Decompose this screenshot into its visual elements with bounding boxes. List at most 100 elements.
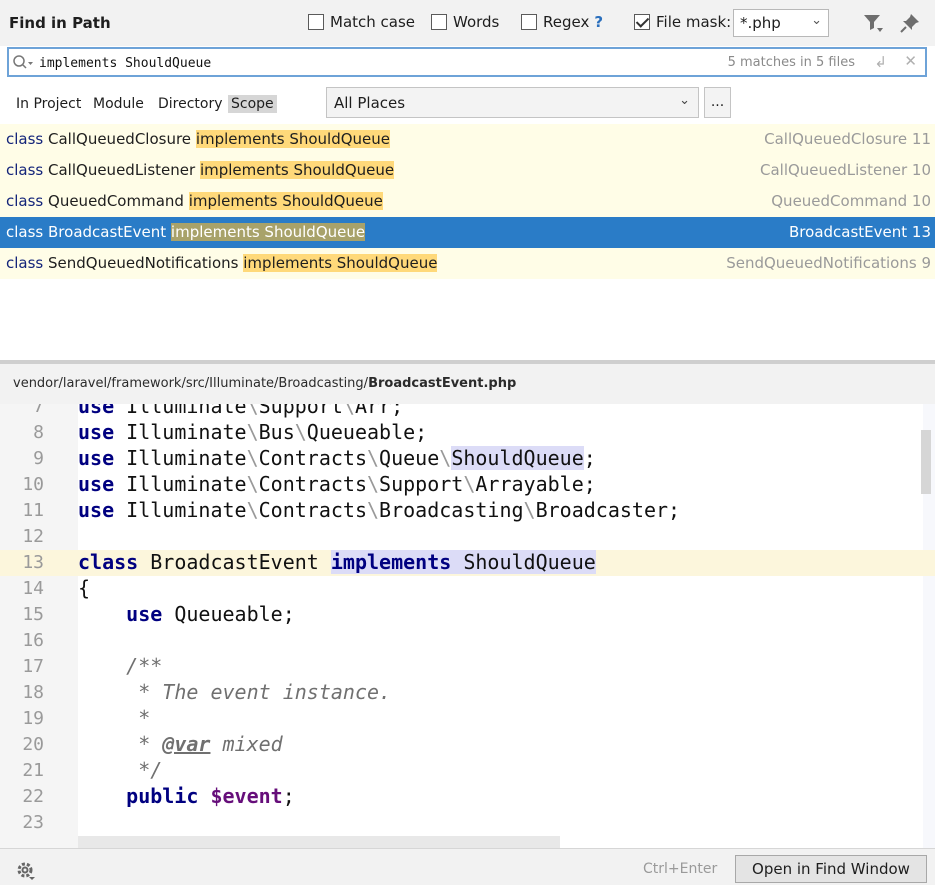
words-option[interactable]: Words	[431, 13, 499, 31]
file-mask-checkbox[interactable]	[634, 14, 650, 30]
result-match: implements ShouldQueue	[243, 254, 438, 272]
code-line: 9 use Illuminate\Contracts\Queue\ShouldQ…	[0, 446, 935, 472]
code-line: 20 * @var mixed	[0, 732, 935, 758]
tab-scope[interactable]: Scope	[228, 95, 277, 113]
code-text: *	[78, 706, 151, 730]
code-line: 12	[0, 524, 935, 550]
result-file: BroadcastEvent 13	[789, 223, 931, 241]
line-number: 10	[22, 474, 44, 495]
result-keyword: class	[6, 223, 49, 241]
result-text: class QueuedCommand implements ShouldQue…	[6, 192, 383, 210]
result-row[interactable]: class CallQueuedClosure implements Shoul…	[0, 124, 935, 155]
words-checkbox[interactable]	[431, 14, 447, 30]
horizontal-scrollbar[interactable]	[78, 836, 560, 848]
tab-directory[interactable]: Directory	[155, 95, 226, 113]
code-preview[interactable]: 7 use Illuminate\Support\Arr; 8 use Illu…	[0, 404, 935, 848]
close-icon[interactable]: ✕	[904, 52, 917, 70]
scope-more-button[interactable]: ...	[704, 87, 731, 118]
regex-label: Regex	[543, 13, 590, 31]
file-mask-value: *.php	[740, 14, 781, 32]
result-keyword: class	[6, 161, 49, 179]
line-number: 7	[33, 404, 44, 417]
scope-select-value: All Places	[334, 94, 406, 112]
code-text: class BroadcastEvent implements ShouldQu…	[78, 550, 596, 574]
match-case-checkbox[interactable]	[308, 14, 324, 30]
code-text: {	[78, 576, 91, 600]
tab-module-label: Module	[93, 96, 144, 112]
code-line: 21 */	[0, 758, 935, 784]
pin-icon[interactable]	[899, 12, 921, 34]
result-file: CallQueuedListener 10	[759, 161, 931, 179]
shortcut-hint: Ctrl+Enter	[643, 861, 718, 877]
tab-module[interactable]: Module	[90, 95, 147, 113]
code-text: use Illuminate\Bus\Queueable;	[78, 420, 428, 444]
line-number: 8	[33, 422, 44, 443]
match-case-option[interactable]: Match case	[308, 13, 415, 31]
dialog-footer: Ctrl+Enter Open in Find Window	[0, 848, 935, 885]
code-line: 17 /**	[0, 654, 935, 680]
code-text: use Illuminate\Contracts\Broadcasting\Br…	[78, 498, 681, 522]
line-number: 12	[22, 526, 44, 547]
result-file: CallQueuedClosure 11	[764, 130, 931, 148]
code-line: 23	[0, 810, 935, 836]
result-match: implements ShouldQueue	[170, 223, 366, 241]
search-input[interactable]	[39, 51, 639, 75]
result-keyword: class	[6, 192, 49, 210]
line-number: 23	[22, 812, 44, 833]
result-row[interactable]: class QueuedCommand implements ShouldQue…	[0, 186, 935, 217]
regex-checkbox[interactable]	[521, 14, 537, 30]
result-match: implements ShouldQueue	[188, 192, 383, 210]
line-number: 15	[22, 604, 44, 625]
filter-icon[interactable]	[862, 12, 884, 34]
words-label: Words	[453, 13, 500, 31]
match-count: 5 matches in 5 files	[727, 55, 855, 70]
regex-help-icon[interactable]: ?	[594, 13, 603, 31]
code-text: use Illuminate\Support\Arr;	[78, 404, 404, 418]
enter-icon[interactable]: ↲	[874, 53, 887, 71]
line-number: 14	[22, 578, 44, 599]
code-line: 8 use Illuminate\Bus\Queueable;	[0, 420, 935, 446]
code-line: 19 *	[0, 706, 935, 732]
line-number: 17	[22, 656, 44, 677]
preview-path: vendor/laravel/framework/src/Illuminate/…	[13, 376, 516, 391]
result-match: implements ShouldQueue	[199, 161, 395, 179]
vertical-scrollbar[interactable]	[921, 430, 931, 494]
title-bar: Find in Path Match case Words Regex ? Fi…	[0, 0, 935, 46]
file-mask-option[interactable]: File mask:	[634, 13, 731, 31]
line-number: 9	[33, 448, 44, 469]
code-text: * The event instance.	[78, 680, 392, 704]
code-line: 18 * The event instance.	[0, 680, 935, 706]
result-class-name: CallQueuedClosure	[48, 130, 192, 148]
result-class-name: SendQueuedNotifications	[48, 254, 239, 272]
line-number: 11	[22, 500, 44, 521]
tab-in-project[interactable]: In Project	[13, 95, 84, 113]
result-class-name: CallQueuedListener	[48, 161, 196, 179]
line-number: 19	[22, 708, 44, 729]
result-row-selected[interactable]: class BroadcastEvent implements ShouldQu…	[0, 217, 935, 248]
code-text: use Queueable;	[126, 602, 295, 626]
tab-scope-label: Scope	[231, 96, 274, 112]
line-number: 18	[22, 682, 44, 703]
code-text: * @var mixed	[78, 732, 283, 756]
search-icon[interactable]	[12, 54, 34, 72]
line-number: 21	[22, 760, 44, 781]
open-in-find-window-button[interactable]: Open in Find Window	[735, 855, 927, 883]
result-row[interactable]: class CallQueuedListener implements Shou…	[0, 155, 935, 186]
gear-icon[interactable]	[14, 859, 36, 881]
code-line-current: 13 class BroadcastEvent implements Shoul…	[0, 550, 935, 576]
regex-option[interactable]: Regex ?	[521, 13, 603, 31]
file-mask-select[interactable]: *.php ⌄	[733, 9, 829, 37]
result-row[interactable]: class SendQueuedNotifications implements…	[0, 248, 935, 279]
chevron-down-icon: ⌄	[679, 93, 690, 108]
code-line: 11 use Illuminate\Contracts\Broadcasting…	[0, 498, 935, 524]
code-line: 14 {	[0, 576, 935, 602]
line-number: 16	[22, 630, 44, 651]
preview-path-bar: vendor/laravel/framework/src/Illuminate/…	[0, 364, 935, 404]
result-text: class SendQueuedNotifications implements…	[6, 254, 438, 272]
line-number: 13	[22, 552, 44, 573]
result-text: class CallQueuedClosure implements Shoul…	[6, 130, 390, 148]
code-text: public $event;	[126, 784, 295, 808]
result-keyword: class	[6, 130, 49, 148]
search-field[interactable]: 5 matches in 5 files ↲ ✕	[7, 47, 927, 77]
scope-select[interactable]: All Places ⌄	[326, 87, 699, 118]
